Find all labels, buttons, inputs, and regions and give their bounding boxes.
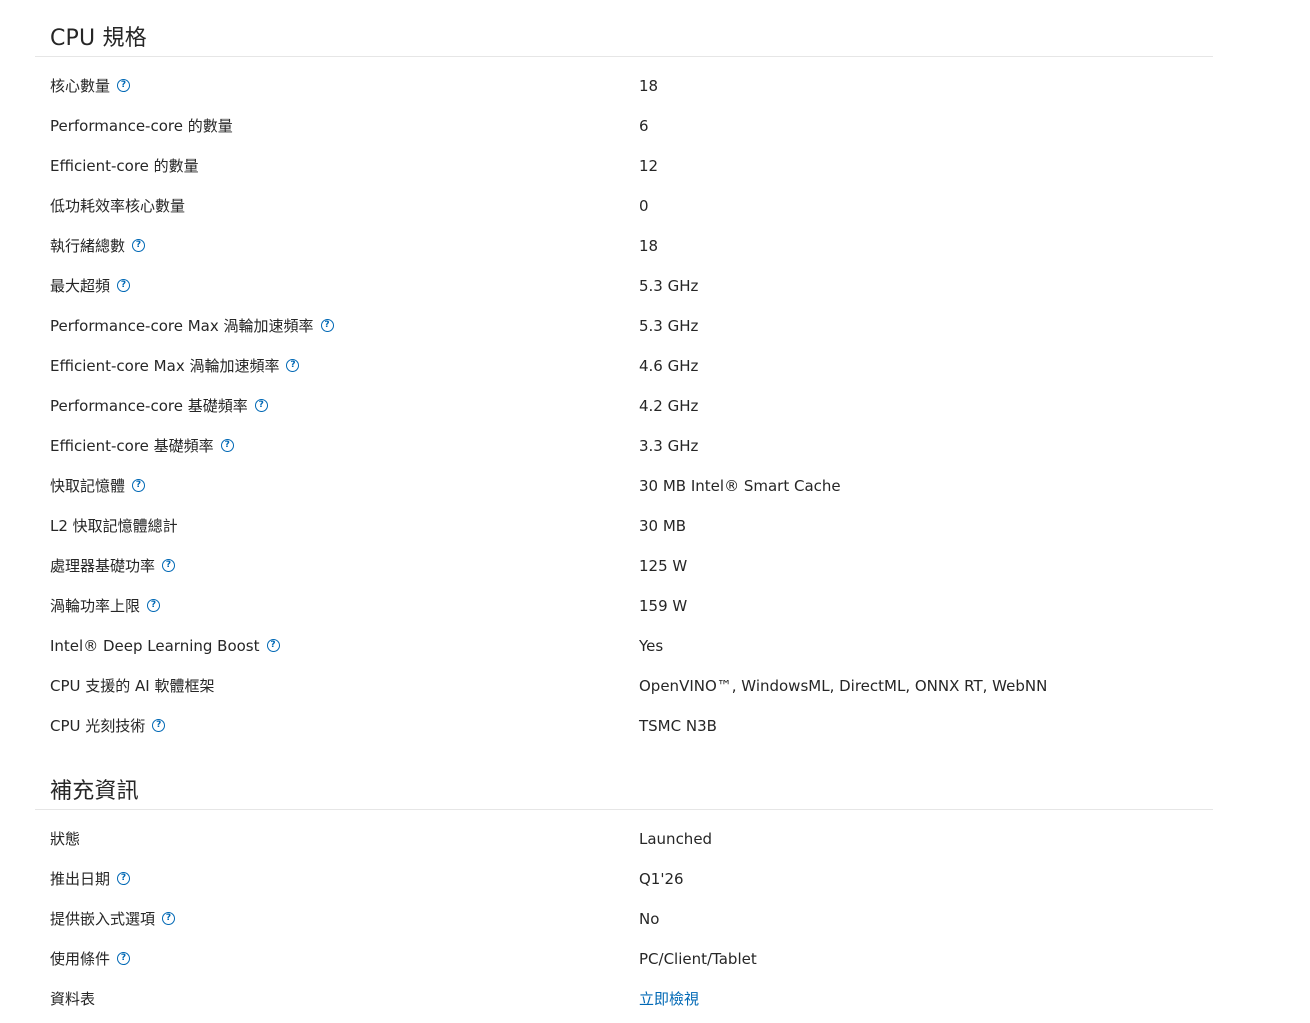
spec-value: 18 bbox=[639, 77, 659, 95]
spec-value: OpenVINO™, WindowsML, DirectML, ONNX RT,… bbox=[639, 677, 1048, 695]
section-title: CPU 規格 bbox=[50, 26, 147, 51]
help-icon[interactable]: ? bbox=[147, 599, 161, 612]
spec-row-pcores: Performance-core 的數量 6 bbox=[35, 106, 1213, 146]
spec-row-pcore-max-turbo: Performance-core Max 渦輪加速頻率? 5.3 GHz bbox=[35, 306, 1213, 346]
spec-value: 4.2 GHz bbox=[639, 397, 699, 415]
help-icon[interactable]: ? bbox=[132, 239, 146, 252]
spec-label: 處理器基礎功率? bbox=[50, 546, 176, 586]
spec-label: Efficient-core Max 渦輪加速頻率? bbox=[50, 346, 300, 386]
help-icon[interactable]: ? bbox=[320, 319, 334, 332]
spec-value: 3.3 GHz bbox=[639, 437, 699, 455]
spec-row-max-turbo: 最大超頻? 5.3 GHz bbox=[35, 266, 1213, 306]
datasheet-cell: 立即檢視 bbox=[639, 979, 699, 1019]
spec-row-ecore-max-turbo: Efficient-core Max 渦輪加速頻率? 4.6 GHz bbox=[35, 346, 1213, 386]
spec-row-lp-ecores: 低功耗效率核心數量 0 bbox=[35, 186, 1213, 226]
supplemental-section: 補充資訊 狀態 Launched 推出日期? Q1'26 提供嵌入式選項? No… bbox=[35, 753, 1213, 1019]
spec-row-cache: 快取記憶體? 30 MB Intel® Smart Cache bbox=[35, 466, 1213, 506]
spec-label: Performance-core 基礎頻率? bbox=[50, 386, 268, 426]
spec-label: 低功耗效率核心數量 bbox=[50, 197, 186, 215]
spec-row-turbo-power: 渦輪功率上限? 159 W bbox=[35, 586, 1213, 626]
cpu-specs-section: CPU 規格 核心數量? 18 Performance-core 的數量 6 E… bbox=[35, 0, 1213, 746]
spec-row-dl-boost: Intel® Deep Learning Boost? Yes bbox=[35, 626, 1213, 666]
spec-value: Q1'26 bbox=[639, 870, 684, 888]
spec-row-ecores: Efficient-core 的數量 12 bbox=[35, 146, 1213, 186]
spec-row-datasheet: 資料表 立即檢視 bbox=[35, 979, 1213, 1019]
help-icon[interactable]: ? bbox=[162, 912, 176, 925]
spec-value: 5.3 GHz bbox=[639, 317, 699, 335]
spec-row-ai-frameworks: CPU 支援的 AI 軟體框架 OpenVINO™, WindowsML, Di… bbox=[35, 666, 1213, 706]
spec-value: 6 bbox=[639, 117, 649, 135]
spec-label: 快取記憶體? bbox=[50, 466, 146, 506]
cpu-specs-header: CPU 規格 bbox=[35, 0, 1213, 57]
help-icon[interactable]: ? bbox=[266, 639, 280, 652]
spec-label: Efficient-core 基礎頻率? bbox=[50, 426, 234, 466]
spec-label: CPU 光刻技術? bbox=[50, 706, 166, 746]
spec-label: Performance-core Max 渦輪加速頻率? bbox=[50, 306, 334, 346]
spec-value: Launched bbox=[639, 830, 713, 848]
spec-value: 18 bbox=[639, 237, 659, 255]
supplemental-header: 補充資訊 bbox=[35, 753, 1213, 810]
spec-value: 125 W bbox=[639, 557, 688, 575]
spec-value: 4.6 GHz bbox=[639, 357, 699, 375]
spec-row-launch-date: 推出日期? Q1'26 bbox=[35, 859, 1213, 899]
spec-row-l2-cache: L2 快取記憶體總計 30 MB bbox=[35, 506, 1213, 546]
section-title: 補充資訊 bbox=[50, 779, 139, 804]
spec-value: TSMC N3B bbox=[639, 717, 717, 735]
spec-label: 渦輪功率上限? bbox=[50, 586, 161, 626]
cpu-specs-rows: 核心數量? 18 Performance-core 的數量 6 Efficien… bbox=[35, 57, 1213, 746]
spec-value: PC/Client/Tablet bbox=[639, 950, 757, 968]
spec-label: L2 快取記憶體總計 bbox=[50, 517, 178, 535]
spec-label: CPU 支援的 AI 軟體框架 bbox=[50, 677, 215, 695]
spec-value: No bbox=[639, 910, 660, 928]
help-icon[interactable]: ? bbox=[117, 872, 131, 885]
spec-value: 5.3 GHz bbox=[639, 277, 699, 295]
spec-label: 資料表 bbox=[50, 990, 96, 1008]
spec-row-use-conditions: 使用條件? PC/Client/Tablet bbox=[35, 939, 1213, 979]
help-icon[interactable]: ? bbox=[152, 719, 166, 732]
spec-row-lithography: CPU 光刻技術? TSMC N3B bbox=[35, 706, 1213, 746]
spec-value: 30 MB Intel® Smart Cache bbox=[639, 477, 841, 495]
help-icon[interactable]: ? bbox=[117, 279, 131, 292]
spec-label: 執行緒總數? bbox=[50, 226, 146, 266]
spec-value: 0 bbox=[639, 197, 649, 215]
spec-label: 使用條件? bbox=[50, 939, 131, 979]
spec-row-status: 狀態 Launched bbox=[35, 819, 1213, 859]
help-icon[interactable]: ? bbox=[132, 479, 146, 492]
spec-row-ecore-base: Efficient-core 基礎頻率? 3.3 GHz bbox=[35, 426, 1213, 466]
spec-value: 12 bbox=[639, 157, 659, 175]
spec-row-embedded: 提供嵌入式選項? No bbox=[35, 899, 1213, 939]
spec-row-pcore-base: Performance-core 基礎頻率? 4.2 GHz bbox=[35, 386, 1213, 426]
help-icon[interactable]: ? bbox=[162, 559, 176, 572]
spec-label: 提供嵌入式選項? bbox=[50, 899, 176, 939]
help-icon[interactable]: ? bbox=[117, 79, 131, 92]
help-icon[interactable]: ? bbox=[220, 439, 234, 452]
spec-label: Intel® Deep Learning Boost? bbox=[50, 626, 280, 666]
spec-label: 最大超頻? bbox=[50, 266, 131, 306]
spec-label: 狀態 bbox=[50, 830, 81, 848]
spec-label: 推出日期? bbox=[50, 859, 131, 899]
supplemental-rows: 狀態 Launched 推出日期? Q1'26 提供嵌入式選項? No 使用條件… bbox=[35, 810, 1213, 1019]
spec-label: Efficient-core 的數量 bbox=[50, 157, 199, 175]
spec-label: Performance-core 的數量 bbox=[50, 117, 233, 135]
help-icon[interactable]: ? bbox=[254, 399, 268, 412]
help-icon[interactable]: ? bbox=[117, 952, 131, 965]
spec-row-base-power: 處理器基礎功率? 125 W bbox=[35, 546, 1213, 586]
spec-row-threads: 執行緒總數? 18 bbox=[35, 226, 1213, 266]
spec-value: 159 W bbox=[639, 597, 688, 615]
spec-label: 核心數量? bbox=[50, 66, 131, 106]
spec-value: 30 MB bbox=[639, 517, 687, 535]
help-icon[interactable]: ? bbox=[286, 359, 300, 372]
view-now-link[interactable]: 立即檢視 bbox=[639, 990, 699, 1008]
spec-value: Yes bbox=[639, 637, 664, 655]
spec-row-cores: 核心數量? 18 bbox=[35, 66, 1213, 106]
